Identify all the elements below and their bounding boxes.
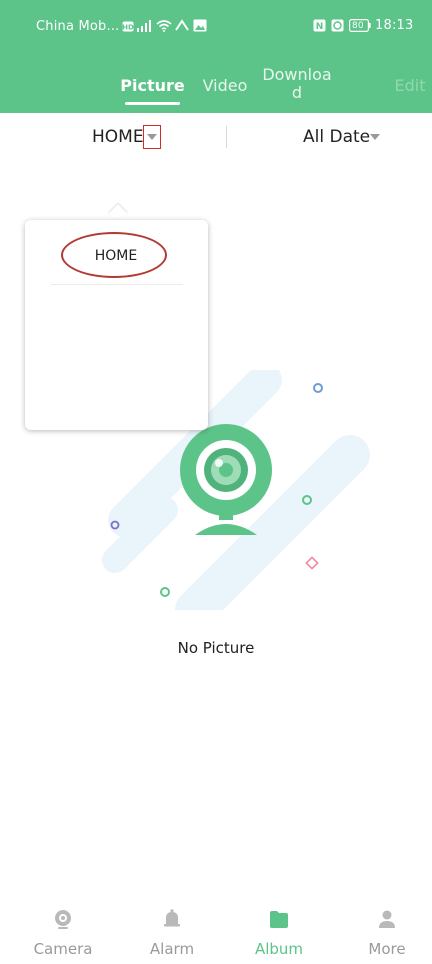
date-chevron-down-icon[interactable]: [370, 134, 380, 140]
device-filter-label[interactable]: HOME: [92, 127, 144, 147]
nav-label-more: More: [368, 940, 406, 958]
tab-download-line1: Downloa: [262, 65, 332, 84]
nav-item-alarm[interactable]: Alarm: [132, 908, 212, 958]
nav-label-camera: Camera: [33, 940, 93, 958]
battery-level: 80: [352, 21, 364, 31]
nfc-status-icon: N: [313, 19, 326, 33]
edit-button[interactable]: Edit: [392, 76, 428, 95]
camera-icon: [55, 910, 71, 929]
clock: 18:13: [375, 18, 414, 33]
bell-icon: [164, 909, 180, 927]
bottom-navigation: Camera Alarm Album More: [0, 900, 432, 964]
dropdown-option-home[interactable]: HOME: [51, 248, 181, 264]
folder-icon: [270, 911, 288, 928]
device-filter-dropdown-button[interactable]: [143, 125, 161, 149]
image-icon: [193, 19, 207, 33]
nav-label-album: Album: [254, 940, 304, 958]
wifi-icon: [156, 19, 172, 33]
user-icon: [379, 910, 395, 928]
nav-item-more[interactable]: More: [347, 908, 427, 958]
tab-download[interactable]: Downloa d: [261, 66, 333, 102]
tab-picture[interactable]: Picture: [120, 76, 185, 95]
signal-icon: [137, 20, 153, 34]
svg-text:N: N: [316, 22, 324, 32]
active-tab-indicator: [125, 102, 180, 105]
alarm-status-icon: [331, 19, 344, 33]
album-screen: China Mob... HD N 80 18:13 Picture Video: [0, 0, 432, 964]
tab-download-line2: d: [291, 83, 303, 102]
hd-badge-icon: HD: [122, 21, 134, 35]
device-dropdown-menu: HOME: [25, 220, 208, 430]
nav-label-alarm: Alarm: [149, 940, 195, 958]
filter-divider: [226, 126, 227, 148]
svg-text:HD: HD: [122, 24, 134, 32]
nav-item-album[interactable]: Album: [239, 908, 319, 958]
date-filter-label[interactable]: All Date: [303, 127, 370, 147]
header-bar: China Mob... HD N 80 18:13 Picture Video: [0, 0, 432, 113]
nfc-icon: [175, 19, 189, 33]
dropdown-option-divider: [51, 284, 183, 285]
chevron-down-icon: [147, 134, 157, 140]
tab-video[interactable]: Video: [199, 76, 251, 95]
empty-state-text: No Picture: [177, 639, 255, 657]
nav-item-camera[interactable]: Camera: [23, 908, 103, 958]
carrier-label: China Mob...: [36, 19, 120, 34]
